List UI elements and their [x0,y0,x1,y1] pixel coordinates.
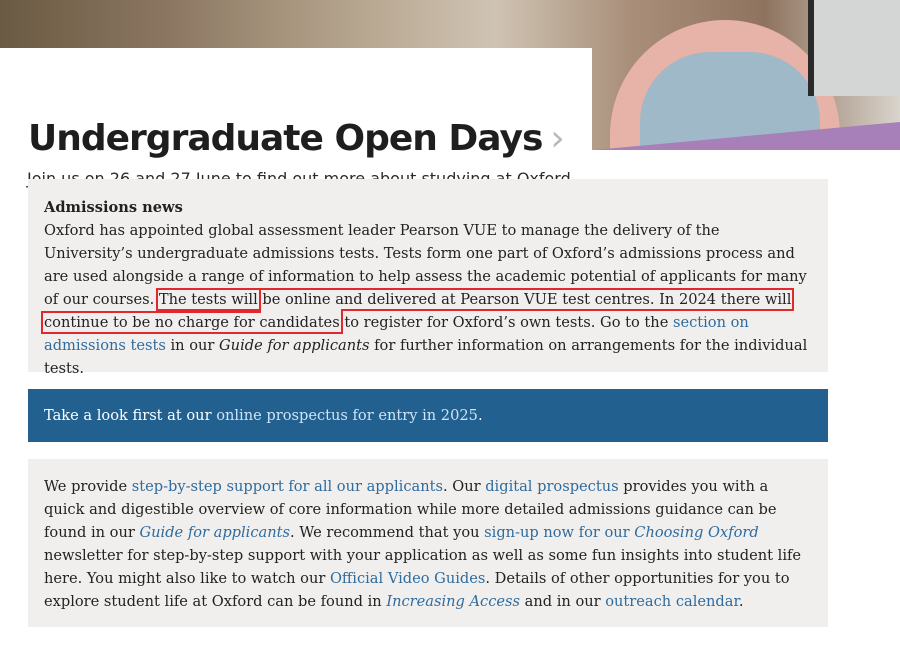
open-days-title-text[interactable]: Undergraduate Open Days [28,118,543,159]
photo-bag [808,0,900,96]
text-fragment: . [477,407,483,424]
guide-for-applicants-link[interactable]: Guide for applicants [139,524,290,541]
admissions-news-paragraph-2: to register for Oxford’s own tests. Go t… [344,314,673,331]
signup-link-text[interactable]: sign-up now for our [484,524,634,541]
text-fragment: . Our [442,478,486,495]
text-fragment: We provide [44,478,132,495]
video-guides-link[interactable]: Official Video Guides [330,570,485,587]
digital-prospectus-link[interactable]: digital prospectus [485,478,618,495]
guide-for-applicants-italic: Guide for applicants [219,337,370,354]
online-prospectus-link[interactable]: online prospectus for entry in 2025 [216,407,478,424]
text-fragment: . We recommend that you [289,524,485,541]
support-link[interactable]: step-by-step support for all our applica… [132,478,443,495]
text-fragment: and in our [520,593,606,610]
prospectus-box: Take a look first at our online prospect… [28,389,828,442]
newsletter-signup-link[interactable]: sign-up now for our Choosing Oxford [484,524,759,541]
text-fragment: . [738,593,744,610]
prospectus-text: Take a look first at our [44,407,217,424]
increasing-access-link[interactable]: Increasing Access [386,593,520,610]
support-info-box: We provide step-by-step support for all … [28,459,828,627]
open-days-banner[interactable]: Undergraduate Open Days› Join us on 26 a… [0,48,592,188]
open-days-title[interactable]: Undergraduate Open Days › [28,118,565,159]
chevron-right-icon[interactable]: › [550,118,564,159]
admissions-news-heading: Admissions news [44,199,183,216]
text-fragment: in our [165,337,220,354]
signup-link-italic[interactable]: Choosing Oxford [634,524,758,541]
outreach-calendar-link[interactable]: outreach calendar [605,593,739,610]
admissions-news-box: Admissions news Oxford has appointed glo… [28,179,828,377]
highlighted-text-1: The tests will [155,288,261,311]
